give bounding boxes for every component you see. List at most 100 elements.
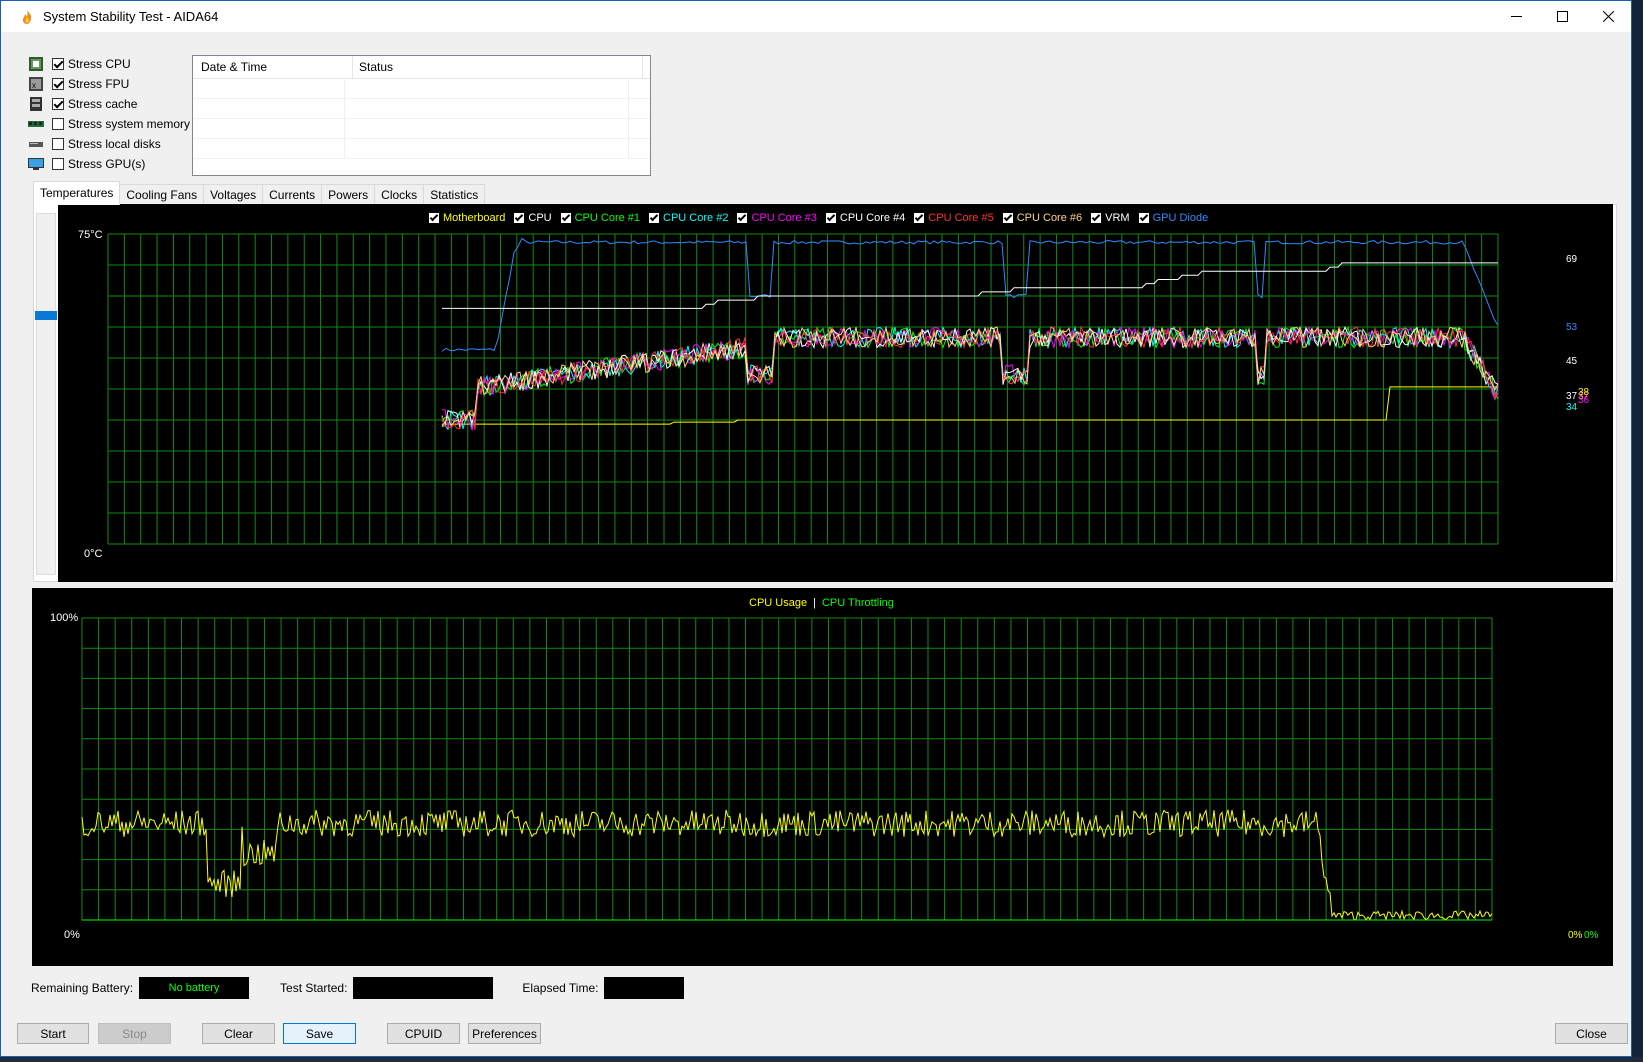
test-started-value: [353, 977, 494, 999]
stress-cpu-checkbox[interactable]: [52, 58, 64, 70]
core-5-trace: [441, 325, 1499, 430]
stress-option[interactable]: Stress cache: [28, 94, 190, 114]
close-window-button[interactable]: [1585, 1, 1631, 32]
legend-cpu-core-1[interactable]: CPU Core #1: [560, 212, 640, 224]
memory-module-icon: [28, 121, 44, 127]
legend-label: Motherboard: [443, 212, 506, 224]
tab-powers[interactable]: Powers: [321, 184, 376, 205]
usage-legend: CPU Usage | CPU Throttling: [749, 597, 894, 609]
legend-separator: |: [813, 597, 816, 609]
stress-disks-checkbox[interactable]: [52, 138, 64, 150]
tab-clocks[interactable]: Clocks: [374, 184, 425, 205]
close-button[interactable]: Close: [1555, 1023, 1628, 1044]
stress-fpu-checkbox[interactable]: [52, 78, 64, 90]
legend-vrm[interactable]: VRM: [1091, 212, 1130, 224]
legend-label: CPU Core #4: [839, 212, 906, 224]
preferences-button[interactable]: Preferences: [468, 1023, 541, 1044]
save-button[interactable]: Save: [283, 1023, 356, 1044]
legend-cpu-core-4[interactable]: CPU Core #4: [825, 212, 906, 224]
legend-label: GPU Diode: [1152, 212, 1209, 224]
elapsed-time-label: Elapsed Time:: [522, 981, 599, 995]
end-value-label: 53: [1566, 322, 1578, 333]
legend-cpu-throttling: CPU Throttling: [821, 597, 894, 609]
throttle-end-value: 0%: [1584, 930, 1599, 941]
column-status[interactable]: Status: [353, 56, 643, 78]
window-title: System Stability Test - AIDA64: [43, 9, 219, 24]
end-value-label: 34: [1566, 402, 1578, 413]
stress-option[interactable]: Stress GPU(s): [28, 154, 190, 174]
stop-button[interactable]: Stop: [98, 1023, 171, 1044]
legend-motherboard[interactable]: Motherboard: [429, 212, 505, 224]
core-1-trace: [441, 325, 1499, 423]
disk-drive-icon: [29, 142, 43, 147]
legend-cpu-usage: CPU Usage: [749, 597, 808, 609]
sensor-scrollbar[interactable]: [36, 213, 56, 575]
legend-label: CPU Core #5: [928, 212, 994, 224]
cpu-usage-graph: CPU Usage | CPU Throttling 100% 0% 0% 0%: [32, 588, 1613, 966]
stress-gpu-checkbox[interactable]: [52, 158, 64, 170]
cpuid-button[interactable]: CPUID: [387, 1023, 460, 1044]
motherboard-trace: [442, 386, 1498, 425]
minimize-button[interactable]: [1493, 1, 1539, 32]
tab-voltages[interactable]: Voltages: [203, 184, 264, 205]
cpu-usage-trace: [81, 808, 1493, 922]
start-button[interactable]: Start: [17, 1023, 89, 1044]
legend-cpu-core-2[interactable]: CPU Core #2: [649, 212, 728, 224]
tab-cooling-fans[interactable]: Cooling Fans: [119, 184, 205, 205]
legend-cpu-core-3[interactable]: CPU Core #3: [737, 212, 817, 224]
tab-currents[interactable]: Currents: [262, 184, 323, 205]
cache-icon: [30, 97, 42, 111]
core-6-trace: [441, 325, 1499, 427]
desktop-background: [0, 1057, 1643, 1062]
stress-option[interactable]: Stress CPU: [28, 54, 190, 74]
temperature-legend: Motherboard CPU CPU Core #1 CPU Core #2 …: [429, 212, 1217, 224]
stress-option[interactable]: Stress system memory: [28, 114, 190, 134]
legend-label: VRM: [1105, 212, 1130, 224]
stress-cache-label: Stress cache: [68, 97, 138, 111]
close-icon: [1602, 11, 1614, 22]
column-date-time[interactable]: Date & Time: [193, 56, 353, 78]
stress-option[interactable]: x Stress FPU: [28, 74, 190, 94]
battery-label: Remaining Battery:: [31, 981, 134, 995]
temp-y-min-label: 0°C: [84, 548, 103, 560]
flame-app-icon: [22, 9, 32, 24]
tab-statistics[interactable]: Statistics: [423, 184, 486, 205]
legend-label: CPU Core #6: [1016, 212, 1083, 224]
minimize-icon: [1510, 16, 1522, 17]
table-row: [193, 119, 650, 139]
gpu-diode-trace: [441, 237, 1499, 352]
legend-label: CPU Core #2: [663, 212, 729, 224]
battery-value: No battery: [139, 977, 250, 999]
legend-cpu-core-5[interactable]: CPU Core #5: [914, 212, 994, 224]
stress-cache-checkbox[interactable]: [52, 98, 64, 110]
temperature-graph: Motherboard CPU CPU Core #1 CPU Core #2 …: [58, 204, 1613, 582]
stress-memory-checkbox[interactable]: [52, 118, 64, 130]
legend-gpu-diode[interactable]: GPU Diode: [1138, 212, 1209, 224]
stress-cpu-label: Stress CPU: [68, 57, 131, 71]
usage-y-max-label: 100%: [50, 612, 79, 624]
tab-temperatures[interactable]: Temperatures: [33, 181, 121, 205]
usage-y-min-label: 0%: [64, 929, 80, 941]
grid-lines: [81, 617, 1493, 921]
legend-cpu[interactable]: CPU: [514, 212, 552, 224]
battery-value-text: No battery: [168, 982, 220, 994]
elapsed-time-value: [604, 977, 685, 999]
core-3-trace: [441, 326, 1499, 432]
sensor-scroll-thumb[interactable]: [35, 311, 57, 320]
legend-label: CPU Core #3: [751, 212, 817, 224]
maximize-button[interactable]: [1539, 1, 1585, 32]
title-bar: System Stability Test - AIDA64: [1, 1, 1631, 32]
cpu-usage-plot: [81, 617, 1493, 922]
stress-option[interactable]: Stress local disks: [28, 134, 190, 154]
clear-button[interactable]: Clear: [202, 1023, 275, 1044]
stress-options: Stress CPU x Stress FPU Stress cache Str…: [28, 54, 190, 174]
status-log-table[interactable]: Date & Time Status: [192, 55, 651, 176]
monitor-icon: [28, 158, 44, 170]
monitor-tabs: Temperatures Cooling Fans Voltages Curre…: [33, 181, 486, 205]
stress-disks-label: Stress local disks: [68, 137, 161, 151]
end-value-label: 45: [1566, 356, 1578, 367]
legend-cpu-core-6[interactable]: CPU Core #6: [1002, 212, 1083, 224]
end-value-label: 37: [1566, 391, 1578, 402]
cpu-trace: [442, 262, 1498, 309]
grid-lines: [107, 233, 1499, 545]
